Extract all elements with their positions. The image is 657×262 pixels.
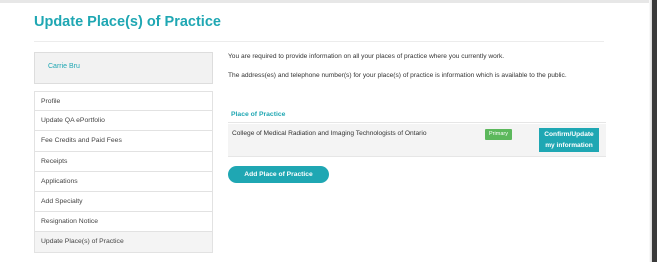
right-edge	[652, 0, 657, 262]
user-box: Carrie Bru	[34, 52, 213, 84]
primary-badge: Primary	[485, 129, 512, 140]
top-bar	[0, 0, 652, 3]
sidebar-item-update-qa-eportfolio[interactable]: Update QA ePortfolio	[34, 111, 213, 132]
add-place-of-practice-button[interactable]: Add Place of Practice	[228, 166, 329, 183]
sidebar-item-add-specialty[interactable]: Add Specialty	[34, 191, 213, 213]
confirm-update-button[interactable]: Confirm/Update my information	[539, 128, 599, 152]
intro-text-public: The address(es) and telephone number(s) …	[228, 72, 567, 79]
user-name: Carrie Bru	[48, 63, 80, 70]
sidebar-item-update-place-of-practice[interactable]: Update Place(s) of Practice	[34, 232, 213, 253]
intro-text-required: You are required to provide information …	[228, 53, 505, 60]
confirm-update-label-line2: my information	[545, 142, 593, 149]
page-title: Update Place(s) of Practice	[34, 14, 221, 30]
sidebar-item-resignation-notice[interactable]: Resignation Notice	[34, 212, 213, 233]
table-row: College of Medical Radiation and Imaging…	[228, 124, 606, 157]
sidebar-nav: Profile Update QA ePortfolio Fee Credits…	[34, 91, 213, 253]
sidebar-item-profile[interactable]: Profile	[34, 91, 213, 112]
place-of-practice-header: Place of Practice	[228, 109, 606, 123]
place-of-practice-heading: Place of Practice	[231, 111, 286, 118]
confirm-update-label-line1: Confirm/Update	[544, 131, 594, 138]
sidebar-item-applications[interactable]: Applications	[34, 171, 213, 192]
title-divider	[34, 41, 604, 42]
sidebar-item-fee-credits[interactable]: Fee Credits and Paid Fees	[34, 131, 213, 152]
sidebar-item-receipts[interactable]: Receipts	[34, 151, 213, 172]
place-of-practice-name: College of Medical Radiation and Imaging…	[232, 130, 427, 137]
